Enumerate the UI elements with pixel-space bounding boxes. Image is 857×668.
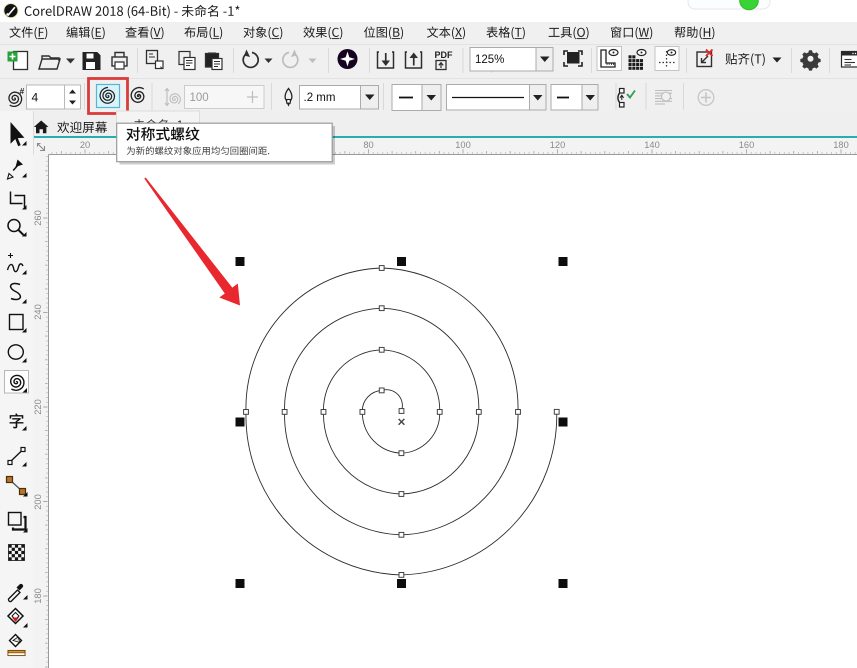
svg-text:125%: 125% [475,54,504,66]
svg-text:260: 260 [33,210,43,226]
svg-text:.2 mm: .2 mm [304,92,336,104]
svg-text:140: 140 [644,140,660,150]
svg-text:240: 240 [33,304,43,320]
svg-text:100: 100 [190,92,209,104]
svg-text:180: 180 [833,140,849,150]
svg-text:120: 120 [550,140,566,150]
svg-text:160: 160 [739,140,755,150]
svg-text:100: 100 [455,140,471,150]
svg-text:200: 200 [33,494,43,510]
svg-text:180: 180 [33,588,43,604]
svg-text:220: 220 [33,399,43,415]
svg-text:4: 4 [32,91,39,105]
svg-text:#: # [20,86,25,96]
svg-text:20: 20 [80,140,90,150]
svg-text:80: 80 [363,140,373,150]
svg-text:PDF: PDF [435,50,454,60]
